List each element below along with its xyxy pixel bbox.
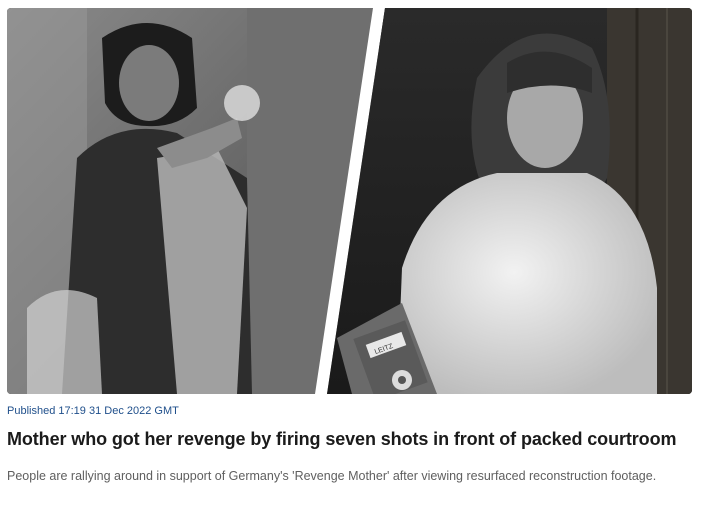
published-label: Published — [7, 405, 56, 417]
left-photo — [7, 8, 379, 394]
article-photo-collage: LEITZ — [7, 8, 692, 394]
article-summary: People are rallying around in support of… — [7, 469, 657, 483]
news-card[interactable]: LEITZ Published 17:19 31 Dec 2022 GMT Mo… — [0, 0, 707, 507]
article-image[interactable]: LEITZ — [7, 8, 692, 394]
published-time: 17:19 31 Dec 2022 GMT — [58, 405, 179, 417]
published-timestamp: Published 17:19 31 Dec 2022 GMT — [7, 405, 179, 417]
article-headline[interactable]: Mother who got her revenge by firing sev… — [7, 429, 702, 450]
right-photo: LEITZ — [327, 8, 692, 394]
